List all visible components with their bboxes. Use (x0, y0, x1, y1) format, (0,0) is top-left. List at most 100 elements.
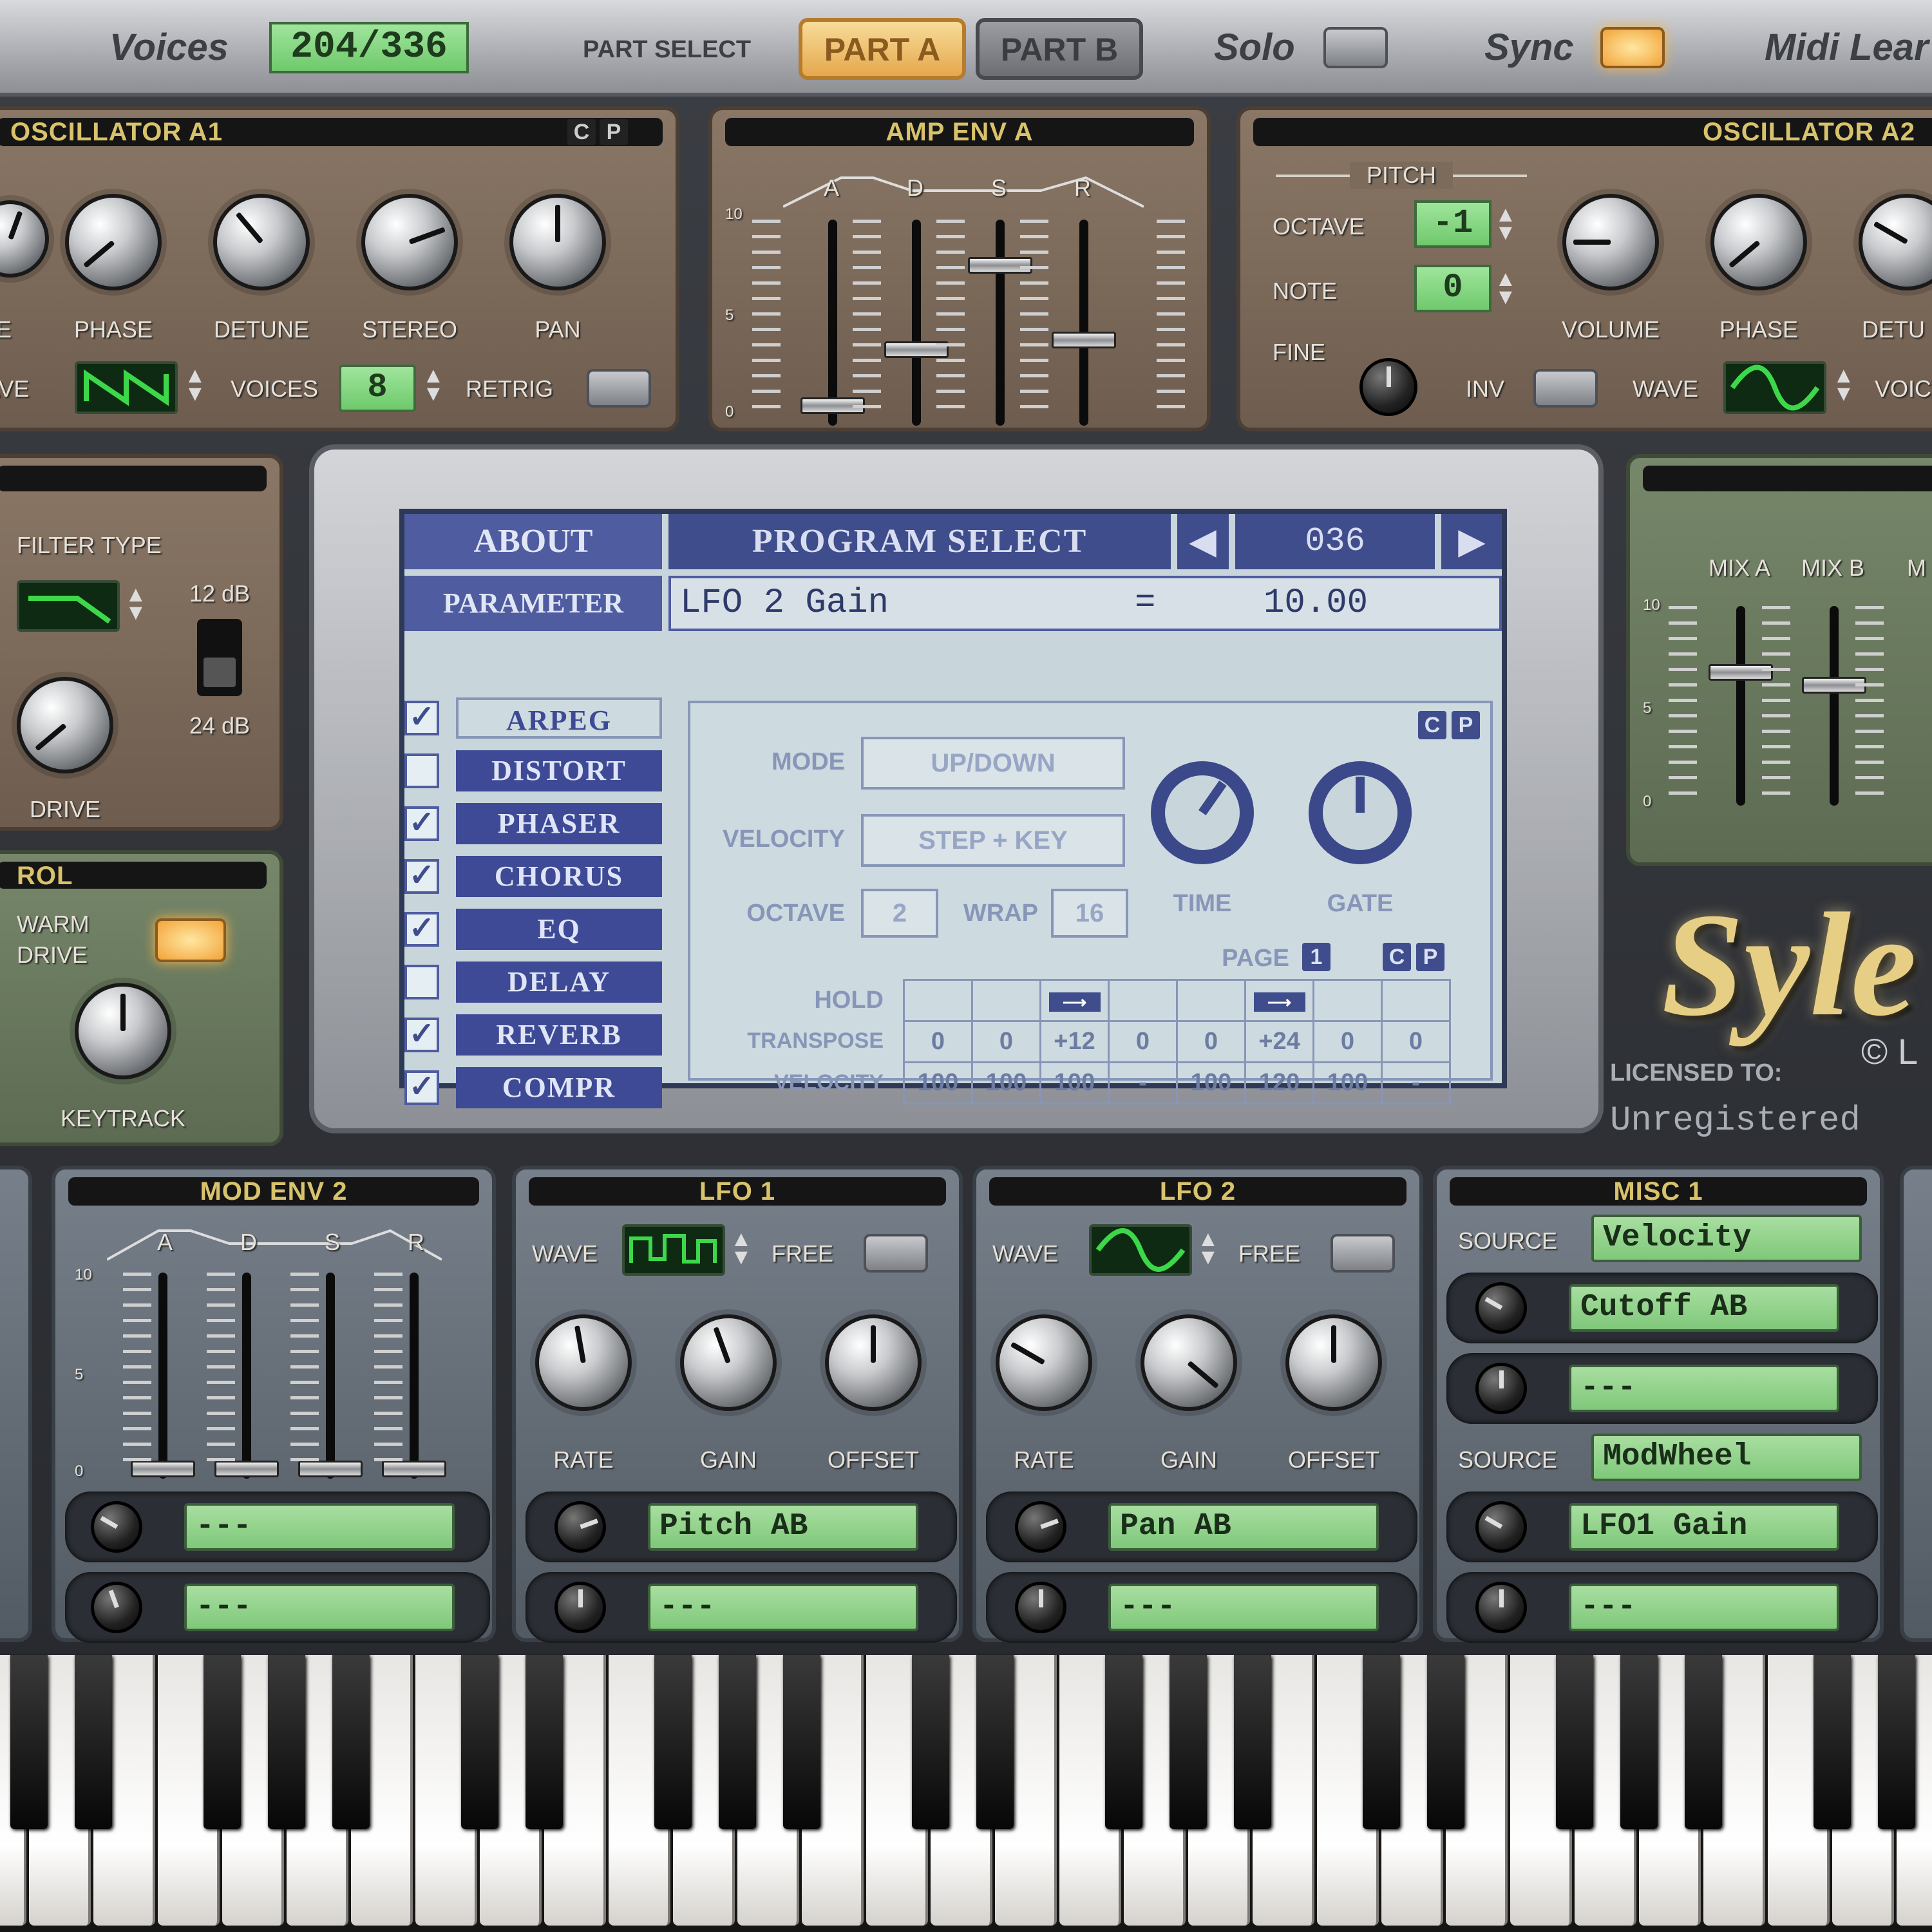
black-key[interactable] (1556, 1655, 1593, 1829)
amp-env-slider-d[interactable] (884, 220, 949, 426)
mod-amount-knob[interactable] (1475, 1363, 1527, 1414)
mix-b-slider[interactable] (1802, 606, 1866, 806)
octave-spinner-icon[interactable]: ▲ ▼ (1495, 204, 1517, 243)
sync-button[interactable] (1600, 27, 1665, 68)
mod-destination[interactable]: --- (648, 1584, 918, 1631)
copy-button[interactable]: C (567, 119, 596, 145)
next-program-icon[interactable]: ▶ (1441, 514, 1502, 569)
sine-wave-icon[interactable] (1723, 361, 1826, 414)
mod-env-slider-a[interactable] (131, 1273, 195, 1479)
phase-knob[interactable] (1710, 194, 1807, 290)
transpose-cell[interactable]: +24 (1244, 1020, 1314, 1063)
black-key[interactable] (461, 1655, 498, 1829)
free-button[interactable] (1331, 1234, 1395, 1273)
page-copy-button[interactable]: C (1383, 943, 1411, 971)
arp-paste-button[interactable]: P (1452, 711, 1480, 739)
prev-program-icon[interactable]: ◀ (1177, 514, 1229, 569)
mod-destination[interactable]: Pitch AB (648, 1503, 918, 1551)
mod-destination[interactable]: --- (1569, 1584, 1839, 1631)
transpose-cell[interactable]: 0 (1312, 1020, 1383, 1063)
keytrack-knob[interactable] (75, 983, 171, 1079)
mod-destination[interactable]: --- (184, 1584, 455, 1631)
gain-knob[interactable] (680, 1314, 777, 1411)
velocity-mode-field[interactable]: STEP + KEY (861, 814, 1125, 867)
drive-knob[interactable] (17, 677, 113, 773)
inv-button[interactable] (1533, 369, 1598, 408)
wave-spinner-icon[interactable]: ▲ ▼ (1197, 1228, 1219, 1268)
effect-tab-delay[interactable]: DELAY (456, 961, 662, 1003)
detune-knob[interactable] (1859, 194, 1932, 290)
slider-cap[interactable] (1052, 332, 1116, 348)
black-key[interactable] (1170, 1655, 1207, 1829)
mod-destination[interactable]: --- (184, 1503, 455, 1551)
mod-destination[interactable]: --- (1569, 1365, 1839, 1412)
velocity-cell[interactable]: 100 (1312, 1061, 1383, 1104)
random-wave-icon[interactable] (622, 1224, 725, 1276)
mode-field[interactable]: UP/DOWN (861, 737, 1125, 790)
effect-tab-eq[interactable]: EQ (456, 909, 662, 950)
stereo-knob[interactable] (361, 194, 458, 290)
gate-knob[interactable] (1309, 761, 1412, 864)
black-key[interactable] (1363, 1655, 1400, 1829)
mod-amount-knob[interactable] (91, 1582, 142, 1633)
mod-env-slider-r[interactable] (382, 1273, 446, 1479)
amp-env-slider-r[interactable] (1052, 220, 1116, 426)
transpose-cell[interactable]: 0 (1381, 1020, 1451, 1063)
part-b-button[interactable]: PART B (976, 18, 1143, 80)
hold-cell[interactable] (971, 979, 1041, 1022)
midi-learn-label[interactable]: Midi Lear (1765, 26, 1929, 69)
rate-knob[interactable] (535, 1314, 632, 1411)
octave-field[interactable]: 2 (861, 889, 938, 938)
mod-destination[interactable]: Cutoff AB (1569, 1284, 1839, 1332)
warm-drive-button[interactable] (155, 918, 226, 962)
effect-checkbox[interactable]: ✓ (404, 806, 439, 841)
mod-destination[interactable]: --- (1108, 1584, 1379, 1631)
source-selector[interactable]: Velocity (1591, 1215, 1862, 1262)
velocity-cell[interactable]: 100 (1039, 1061, 1110, 1104)
oscillator-a1-knob-1[interactable] (0, 200, 49, 278)
effect-checkbox[interactable]: ✓ (404, 859, 439, 894)
effect-checkbox[interactable]: ✓ (404, 912, 439, 947)
black-key[interactable] (10, 1655, 48, 1829)
effect-tab-compr[interactable]: COMPR (456, 1067, 662, 1108)
wrap-field[interactable]: 16 (1051, 889, 1128, 938)
black-key[interactable] (75, 1655, 112, 1829)
effect-checkbox[interactable]: ✓ (404, 1070, 439, 1105)
mod-destination[interactable]: LFO1 Gain (1569, 1503, 1839, 1551)
hold-cell[interactable] (1176, 979, 1246, 1022)
black-key[interactable] (976, 1655, 1014, 1829)
mod-amount-knob[interactable] (1475, 1501, 1527, 1553)
about-tab[interactable]: ABOUT (404, 514, 662, 569)
sine-wave-icon[interactable] (1089, 1224, 1192, 1276)
hold-cell[interactable] (1312, 979, 1383, 1022)
note-spinner-icon[interactable]: ▲ ▼ (1495, 268, 1517, 308)
effect-checkbox[interactable]: ✓ (404, 701, 439, 735)
mod-env-slider-s[interactable] (298, 1273, 363, 1479)
transpose-cell[interactable]: 0 (903, 1020, 973, 1063)
mod-env-slider-d[interactable] (214, 1273, 279, 1479)
saw-wave-icon[interactable] (75, 361, 178, 414)
retrig-button[interactable] (587, 369, 651, 408)
effect-tab-arpeg[interactable]: ARPEG (456, 697, 662, 739)
black-key[interactable] (526, 1655, 563, 1829)
effect-tab-phaser[interactable]: PHASER (456, 803, 662, 844)
gain-knob[interactable] (1141, 1314, 1237, 1411)
velocity-cell[interactable]: 120 (1244, 1061, 1314, 1104)
effect-tab-reverb[interactable]: REVERB (456, 1014, 662, 1056)
hold-cell[interactable]: ⟶ (1244, 979, 1314, 1022)
mod-amount-knob[interactable] (1015, 1582, 1066, 1633)
amp-env-slider-s[interactable] (968, 220, 1032, 426)
transpose-cell[interactable]: 0 (1176, 1020, 1246, 1063)
mod-amount-knob[interactable] (91, 1501, 142, 1553)
lowpass-filter-icon[interactable] (17, 580, 120, 632)
velocity-cell[interactable]: 100 (971, 1061, 1041, 1104)
black-key[interactable] (1620, 1655, 1658, 1829)
effect-checkbox[interactable] (404, 753, 439, 788)
page-number[interactable]: 1 (1302, 943, 1331, 971)
black-key[interactable] (268, 1655, 305, 1829)
arp-copy-button[interactable]: C (1418, 711, 1446, 739)
part-a-button[interactable]: PART A (799, 18, 966, 80)
hold-cell[interactable] (903, 979, 973, 1022)
black-key[interactable] (912, 1655, 949, 1829)
black-key[interactable] (783, 1655, 820, 1829)
